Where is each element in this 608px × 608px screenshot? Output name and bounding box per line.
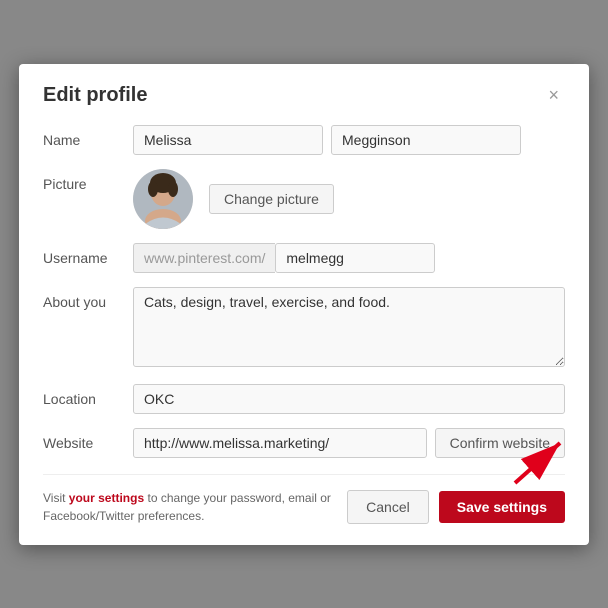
last-name-input[interactable] xyxy=(331,125,521,155)
name-row: Name xyxy=(43,125,565,155)
modal-title: Edit profile xyxy=(43,84,147,107)
website-row: Website Confirm website xyxy=(43,428,565,458)
location-input[interactable] xyxy=(133,384,565,414)
username-row: Username www.pinterest.com/ xyxy=(43,243,565,273)
picture-row: Picture Change picture xyxy=(43,169,565,229)
location-field xyxy=(133,384,565,414)
save-button[interactable]: Save settings xyxy=(439,491,565,523)
edit-profile-modal: Edit profile × Name Picture xyxy=(19,64,589,545)
about-label: About you xyxy=(43,287,133,310)
username-label: Username xyxy=(43,243,133,266)
location-row: Location xyxy=(43,384,565,414)
website-field: Confirm website xyxy=(133,428,565,458)
picture-label: Picture xyxy=(43,169,133,192)
username-field: www.pinterest.com/ xyxy=(133,243,565,273)
change-picture-button[interactable]: Change picture xyxy=(209,184,334,214)
settings-link[interactable]: your settings xyxy=(69,491,144,505)
confirm-arrow xyxy=(505,428,575,488)
footer-actions: Cancel Save settings xyxy=(347,490,565,524)
name-label: Name xyxy=(43,125,133,148)
about-textarea[interactable]: Cats, design, travel, exercise, and food… xyxy=(133,287,565,367)
footer-note: Visit your settings to change your passw… xyxy=(43,489,343,525)
cancel-button[interactable]: Cancel xyxy=(347,490,429,524)
about-field: Cats, design, travel, exercise, and food… xyxy=(133,287,565,370)
picture-field: Change picture xyxy=(133,169,565,229)
location-label: Location xyxy=(43,384,133,407)
name-field xyxy=(133,125,565,155)
url-prefix: www.pinterest.com/ xyxy=(133,243,275,273)
modal-footer: Visit your settings to change your passw… xyxy=(43,474,565,525)
website-input[interactable] xyxy=(133,428,427,458)
close-button[interactable]: × xyxy=(542,84,565,106)
username-input[interactable] xyxy=(275,243,435,273)
modal-header: Edit profile × xyxy=(43,84,565,107)
first-name-input[interactable] xyxy=(133,125,323,155)
avatar xyxy=(133,169,193,229)
website-label: Website xyxy=(43,428,133,451)
about-row: About you Cats, design, travel, exercise… xyxy=(43,287,565,370)
